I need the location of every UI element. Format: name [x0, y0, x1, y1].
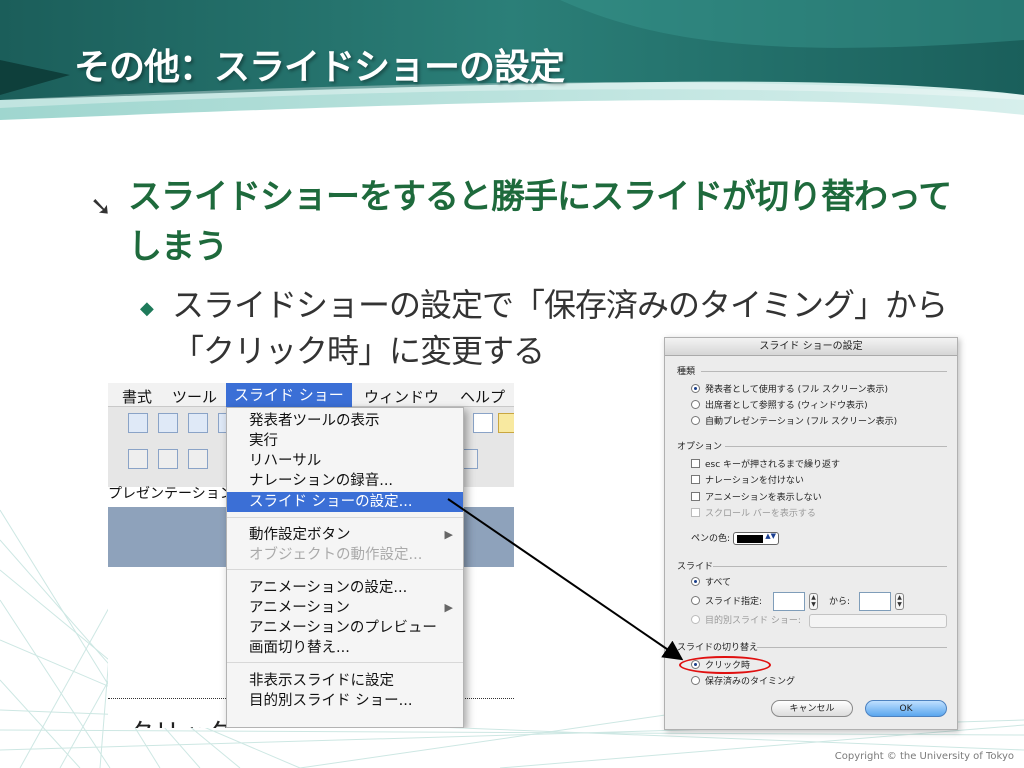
menu-slideshow[interactable]: スライド ショー: [226, 383, 352, 407]
group-divider: [725, 446, 947, 447]
bullet-level1: ➘ スライドショーをすると勝手にスライドが切り替わってしまう: [90, 172, 980, 272]
group-divider: [757, 647, 947, 648]
radio-label: 目的別スライド ショー:: [705, 616, 801, 626]
dropdown-icon[interactable]: [473, 413, 493, 433]
help-icon[interactable]: [498, 413, 514, 433]
menu-item-run[interactable]: 実行: [227, 431, 463, 451]
radio-label: スライド指定:: [705, 597, 763, 607]
check-loop[interactable]: esc キーが押されるまで繰り返す: [691, 459, 840, 471]
bullet-level1-text: スライドショーをすると勝手にスライドが切り替わってしまう: [128, 177, 952, 267]
radio-button: [691, 615, 700, 624]
checkbox[interactable]: [691, 492, 700, 501]
check-no-narration[interactable]: ナレーションを付けない: [691, 475, 804, 487]
pen-color-label: ペンの色:: [691, 534, 731, 544]
radio-label: 発表者として使用する (フル スクリーン表示): [705, 385, 889, 395]
menu-item-action-buttons-label: 動作設定ボタン: [249, 527, 351, 543]
radio-button[interactable]: [691, 577, 700, 586]
group-options-label: オプション: [677, 442, 723, 452]
highlight-ellipse: [679, 656, 771, 674]
radio-all-slides[interactable]: すべて: [691, 577, 731, 589]
check-scrollbar: スクロール バーを表示する: [691, 508, 816, 520]
radio-label: すべて: [705, 578, 732, 588]
text-style-icon[interactable]: [158, 449, 178, 469]
menu-help[interactable]: ヘルプ: [460, 386, 505, 407]
radio-button[interactable]: [691, 676, 700, 685]
table-icon[interactable]: [158, 413, 178, 433]
radio-button[interactable]: [691, 400, 700, 409]
group-divider: [713, 566, 947, 567]
radio-presenter[interactable]: 発表者として使用する (フル スクリーン表示): [691, 384, 888, 396]
checkbox-label: スクロール バーを表示する: [705, 509, 816, 519]
menu-item-animation[interactable]: アニメーション ▶: [227, 598, 463, 618]
menu-item-custom-show[interactable]: 目的別スライド ショー...: [227, 691, 463, 711]
menu-item-animation-preview[interactable]: アニメーションのプレビュー: [227, 618, 463, 638]
menu-separator: [227, 662, 463, 663]
list-style-icon[interactable]: [188, 449, 208, 469]
presentation-tab-label: プレゼンテーション: [108, 486, 234, 502]
menu-item-rehearse[interactable]: リハーサル: [227, 451, 463, 471]
radio-button[interactable]: [691, 596, 700, 605]
menu-item-object-action: オブジェクトの動作設定...: [249, 547, 423, 563]
slide-from-input[interactable]: [773, 592, 805, 611]
edit-icon[interactable]: [128, 413, 148, 433]
pen-color-picker[interactable]: ▲▼: [733, 532, 779, 545]
radio-button[interactable]: [691, 416, 700, 425]
group-type-label: 種類: [677, 367, 696, 377]
color-swatch: [737, 535, 763, 543]
radio-slide-range[interactable]: スライド指定:: [691, 596, 762, 608]
header-banner: その他：スライドショーの設定: [0, 0, 1024, 130]
menu-format[interactable]: 書式: [122, 386, 152, 407]
bullet-arrow-icon: ➘: [90, 192, 112, 222]
menu-separator: [227, 569, 463, 570]
ok-button[interactable]: OK: [865, 700, 947, 717]
checkbox-label: ナレーションを付けない: [705, 476, 804, 486]
chart-icon[interactable]: [188, 413, 208, 433]
checkbox[interactable]: [691, 475, 700, 484]
from-stepper[interactable]: ▲ ▼: [809, 593, 818, 610]
menu-item-hide-slide[interactable]: 非表示スライドに設定: [227, 671, 463, 691]
radio-label: 保存済みのタイミング: [705, 677, 796, 687]
menu-item-action-buttons[interactable]: 動作設定ボタン ▶: [227, 525, 463, 545]
app-menubar: 書式 ツール スライド ショー ウィンドウ ヘルプ: [108, 383, 514, 407]
radio-auto[interactable]: 自動プレゼンテーション (フル スクリーン表示): [691, 416, 897, 428]
radio-saved-timing[interactable]: 保存済みのタイミング: [691, 676, 795, 688]
group-slides-label: スライド: [677, 562, 714, 572]
radio-label: 自動プレゼンテーション (フル スクリーン表示): [705, 417, 898, 427]
checkbox-label: アニメーションを表示しない: [705, 493, 822, 503]
radio-custom-show: 目的別スライド ショー:: [691, 615, 801, 627]
custom-show-select: [809, 614, 947, 628]
menu-window[interactable]: ウィンドウ: [364, 386, 439, 407]
check-no-animation[interactable]: アニメーションを表示しない: [691, 492, 822, 504]
slide-title: その他：スライドショーの設定: [74, 47, 565, 88]
menu-item-custom-animation[interactable]: アニメーションの設定...: [227, 578, 463, 598]
menu-item-transition[interactable]: 画面切り替え...: [227, 638, 463, 658]
submenu-arrow-icon: ▶: [444, 601, 453, 614]
bullet-diamond-icon: ◆: [140, 298, 154, 319]
radio-button[interactable]: [691, 384, 700, 393]
menu-screenshot: 書式 ツール スライド ショー ウィンドウ ヘルプ プレゼンテーション クリック…: [108, 383, 514, 728]
menu-tools[interactable]: ツール: [172, 386, 217, 407]
checkbox: [691, 508, 700, 517]
menu-item-animation-label: アニメーション: [249, 600, 350, 616]
radio-attendee[interactable]: 出席者として参照する (ウィンドウ表示): [691, 400, 868, 412]
menu-item-record-narration[interactable]: ナレーションの録音...: [227, 471, 463, 491]
menu-item-presenter-tools[interactable]: 発表者ツールの表示: [227, 411, 463, 431]
dialog-title: スライド ショーの設定: [665, 338, 957, 356]
menu-separator: [227, 517, 463, 518]
menu-item-slideshow-settings[interactable]: スライド ショーの設定...: [227, 492, 463, 512]
radio-label: 出席者として参照する (ウィンドウ表示): [705, 401, 868, 411]
submenu-arrow-icon: ▶: [444, 528, 453, 541]
slideshow-dropdown-menu: 発表者ツールの表示 実行 リハーサル ナレーションの録音... スライド ショー…: [226, 407, 464, 728]
slide-to-input[interactable]: [859, 592, 891, 611]
group-advance-label: スライドの切り替え: [677, 643, 759, 653]
checkbox-label: esc キーが押されるまで繰り返す: [705, 460, 841, 470]
cancel-button[interactable]: キャンセル: [771, 700, 853, 717]
to-stepper[interactable]: ▲ ▼: [895, 593, 904, 610]
group-divider: [701, 371, 947, 372]
font-size-icon[interactable]: [128, 449, 148, 469]
slide-to-label: から:: [829, 597, 851, 607]
chevron-updown-icon: ▲▼: [765, 532, 776, 540]
checkbox[interactable]: [691, 459, 700, 468]
copyright-text: Copyright © the University of Tokyo: [834, 751, 1014, 762]
